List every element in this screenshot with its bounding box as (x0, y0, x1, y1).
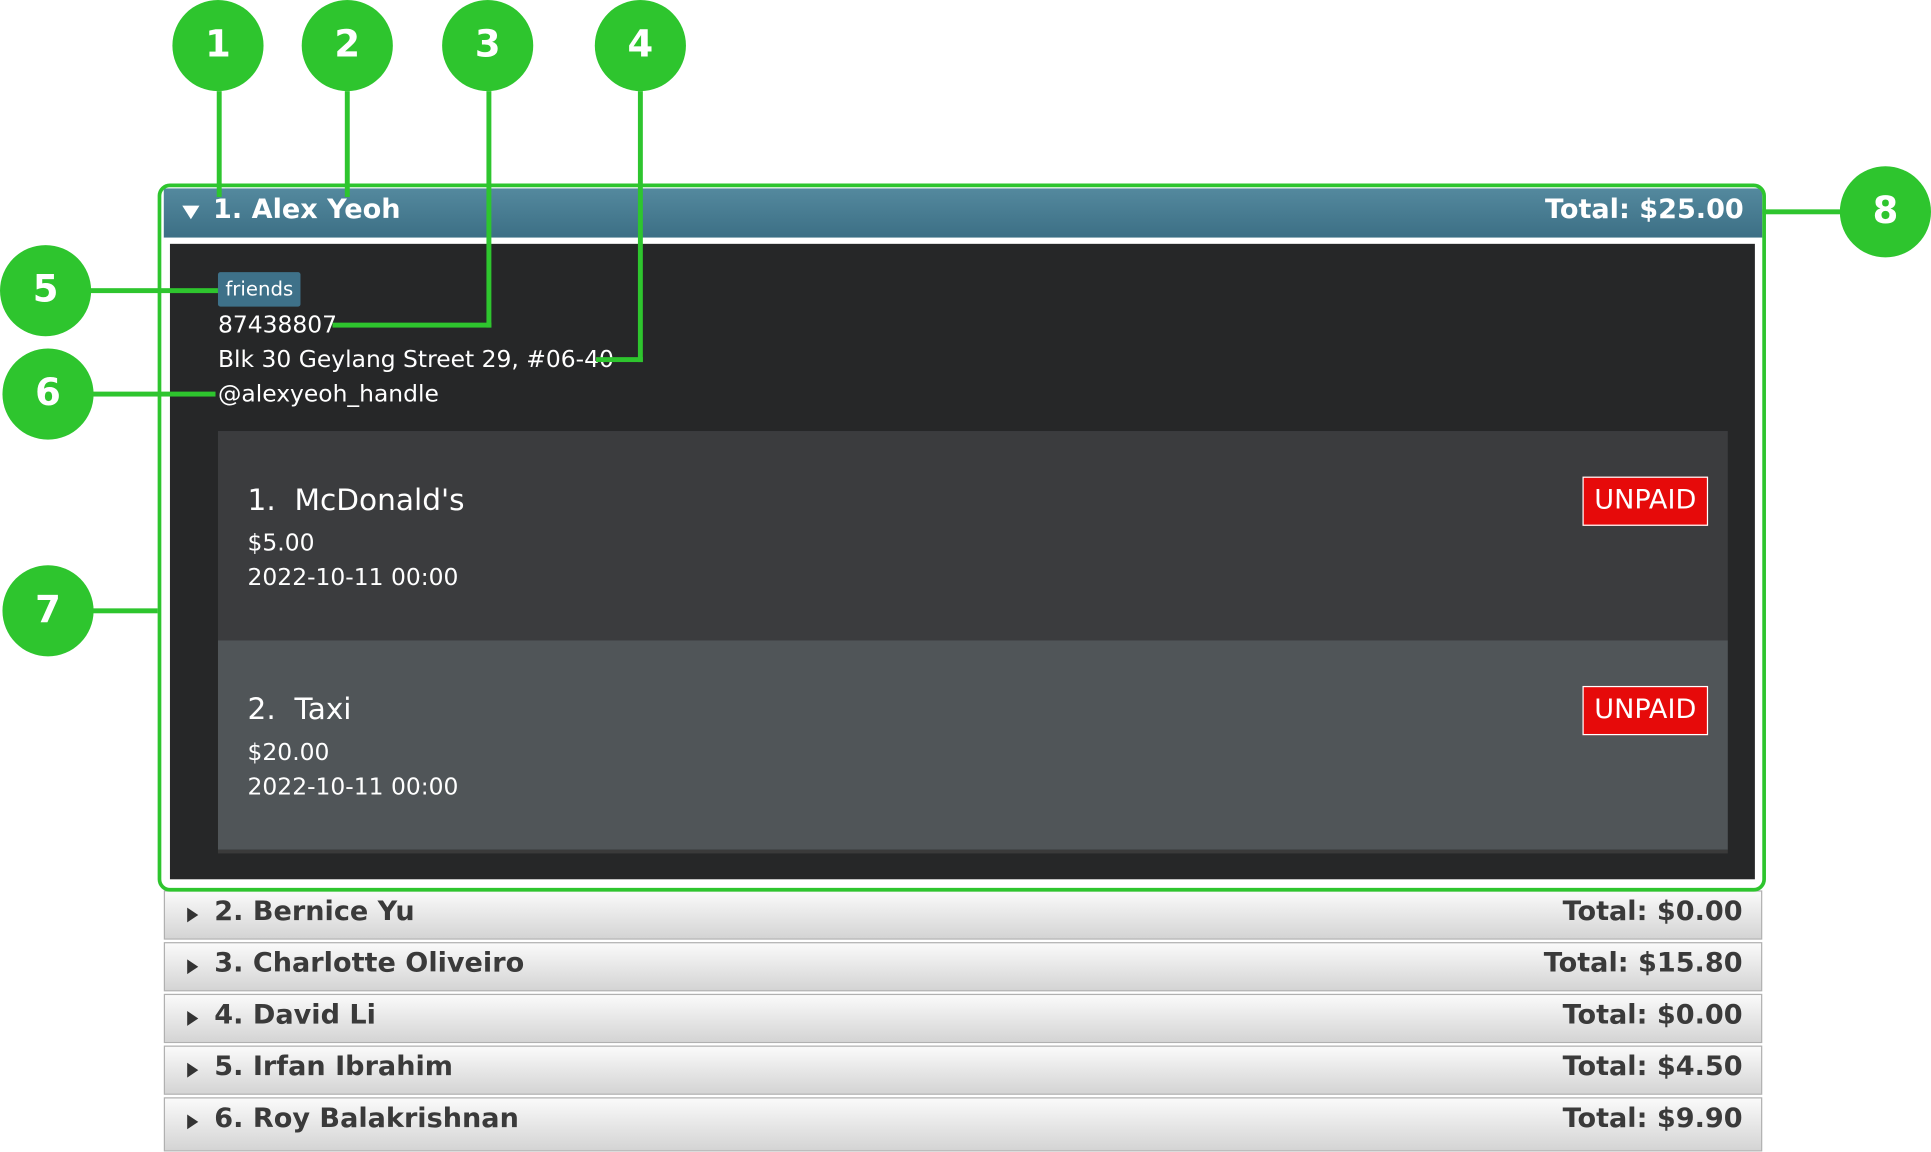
person-name: 4. David Li (214, 999, 376, 1031)
expand-arrow-icon[interactable] (187, 959, 199, 975)
person-row[interactable]: 4. David Li Total: $0.00 (163, 993, 1763, 1044)
expand-arrow-icon[interactable] (187, 1114, 199, 1130)
callout-2: 2 (301, 0, 393, 92)
callout-line (332, 322, 492, 328)
callout-7: 7 (2, 565, 94, 657)
callout-8: 8 (1839, 166, 1931, 258)
person-name: 5. Irfan Ibrahim (214, 1051, 454, 1083)
callout-line (596, 357, 643, 363)
callout-6: 6 (2, 348, 94, 440)
callout-5: 5 (0, 245, 92, 337)
callout-line (89, 288, 218, 294)
person-row[interactable]: 2. Bernice Yu Total: $0.00 (163, 890, 1763, 940)
expand-arrow-icon[interactable] (187, 1011, 199, 1026)
callout-line (92, 391, 216, 397)
callout-1: 1 (172, 0, 264, 92)
person-total: Total: $0.00 (1562, 896, 1743, 928)
person-row[interactable]: 5. Irfan Ibrahim Total: $4.50 (163, 1045, 1763, 1095)
person-row[interactable]: 6. Roy Balakrishnan Total: $9.90 (163, 1097, 1763, 1152)
callout-line (344, 91, 350, 198)
person-name: 2. Bernice Yu (214, 896, 415, 928)
callout-line (637, 91, 643, 363)
person-name: 3. Charlotte Oliveiro (214, 948, 525, 980)
expand-arrow-icon[interactable] (187, 1062, 199, 1078)
person-total: Total: $9.90 (1562, 1103, 1743, 1135)
expand-arrow-icon[interactable] (187, 907, 199, 923)
callout-4: 4 (594, 0, 686, 92)
callout-line (1762, 209, 1842, 215)
callout-line (92, 608, 158, 614)
person-row[interactable]: 3. Charlotte Oliveiro Total: $15.80 (163, 942, 1763, 992)
highlight-frame (157, 183, 1766, 892)
callout-3: 3 (442, 0, 534, 92)
person-total: Total: $15.80 (1543, 948, 1743, 980)
person-total: Total: $0.00 (1562, 999, 1743, 1031)
callout-line (216, 91, 222, 198)
callout-line (486, 91, 492, 328)
person-name: 6. Roy Balakrishnan (214, 1103, 519, 1135)
person-total: Total: $4.50 (1562, 1051, 1743, 1083)
